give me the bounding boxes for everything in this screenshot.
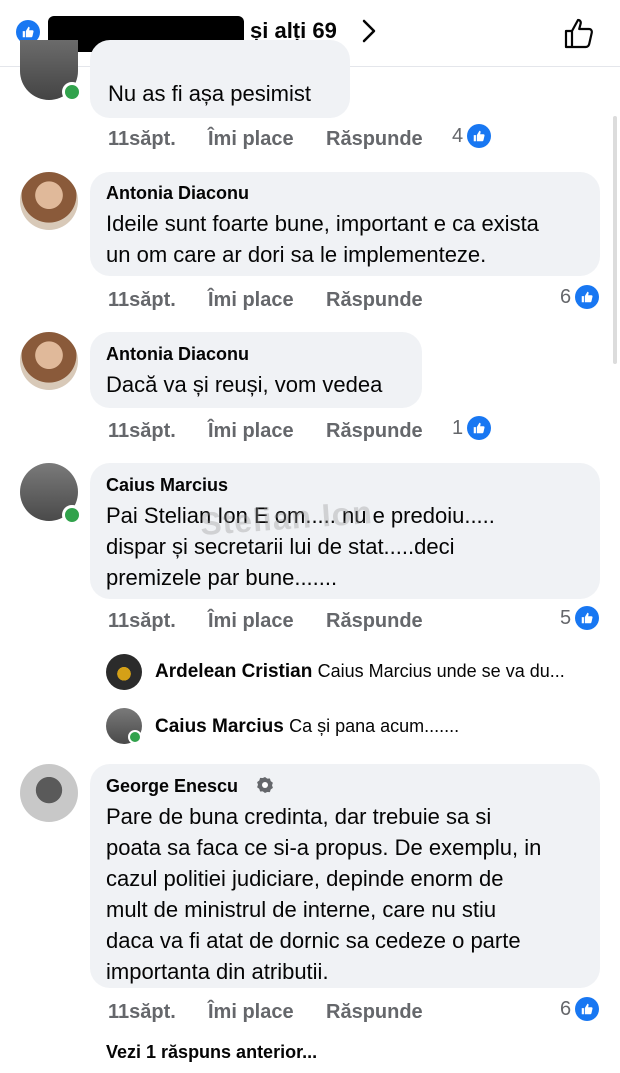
comment-time[interactable]: 11săpt. bbox=[108, 1001, 176, 1024]
avatar[interactable] bbox=[20, 172, 78, 230]
reaction-count[interactable]: 1 bbox=[452, 416, 492, 440]
comment-text: Dacă va și reuși, vom vedea bbox=[106, 372, 383, 397]
like-button[interactable]: Îmi place bbox=[208, 610, 294, 633]
reply-preview[interactable]: Caius Marcius Ca și pana acum....... bbox=[155, 716, 459, 738]
reply-author: Ardelean Cristian bbox=[155, 661, 313, 682]
online-indicator bbox=[62, 505, 82, 525]
reaction-count[interactable]: 6 bbox=[560, 997, 600, 1021]
online-indicator bbox=[62, 82, 82, 102]
like-reaction-icon bbox=[575, 606, 600, 630]
scrollbar[interactable] bbox=[613, 116, 617, 364]
reply-button[interactable]: Răspunde bbox=[326, 420, 423, 443]
like-button[interactable]: Îmi place bbox=[208, 1001, 294, 1024]
like-reaction-icon bbox=[467, 124, 492, 148]
comment-author[interactable]: Antonia Diaconu bbox=[106, 344, 249, 365]
like-button[interactable]: Îmi place bbox=[208, 420, 294, 443]
reaction-count-value: 4 bbox=[452, 124, 464, 147]
like-button[interactable]: Îmi place bbox=[208, 128, 294, 151]
view-previous-replies-link[interactable]: Vezi 1 răspuns anterior... bbox=[106, 1042, 317, 1063]
like-button[interactable]: Îmi place bbox=[208, 289, 294, 312]
reply-button[interactable]: Răspunde bbox=[326, 128, 423, 151]
reaction-count[interactable]: 5 bbox=[560, 606, 600, 630]
comment-text: Ideile sunt foarte bune, important e ca … bbox=[106, 211, 539, 267]
reply-button[interactable]: Răspunde bbox=[326, 289, 423, 312]
avatar[interactable] bbox=[106, 654, 142, 690]
comment-text: Nu as fi așa pesimist bbox=[108, 81, 311, 106]
online-indicator bbox=[128, 730, 142, 744]
like-reaction-icon bbox=[575, 997, 600, 1021]
reaction-count-value: 1 bbox=[452, 416, 464, 439]
like-reaction-icon bbox=[575, 285, 600, 309]
reaction-count-value: 6 bbox=[560, 285, 572, 308]
reaction-count-value: 6 bbox=[560, 997, 572, 1020]
like-outline-icon[interactable] bbox=[560, 14, 598, 52]
chevron-right-icon[interactable] bbox=[358, 16, 380, 46]
avatar[interactable] bbox=[20, 764, 78, 822]
comment-author[interactable]: Caius Marcius bbox=[106, 475, 228, 496]
comment-author[interactable]: Antonia Diaconu bbox=[106, 183, 249, 204]
avatar[interactable] bbox=[20, 332, 78, 390]
comment-time[interactable]: 11săpt. bbox=[108, 289, 176, 312]
reply-button[interactable]: Răspunde bbox=[326, 1001, 423, 1024]
reply-author: Caius Marcius bbox=[155, 716, 284, 737]
comment-time[interactable]: 11săpt. bbox=[108, 420, 176, 443]
reply-button[interactable]: Răspunde bbox=[326, 610, 423, 633]
reply-preview[interactable]: Ardelean Cristian Caius Marcius unde se … bbox=[155, 661, 565, 683]
comment-text: Pare de buna credinta, dar trebuie sa si… bbox=[106, 804, 542, 984]
reply-text: Caius Marcius unde se va du... bbox=[317, 661, 565, 681]
reaction-count-value: 5 bbox=[560, 606, 572, 629]
reaction-count[interactable]: 4 bbox=[452, 124, 492, 148]
like-reaction-icon bbox=[467, 416, 492, 440]
comment-time[interactable]: 11săpt. bbox=[108, 610, 176, 633]
top-fan-badge-icon bbox=[257, 777, 273, 793]
comment-author[interactable]: George Enescu bbox=[106, 776, 238, 797]
comment-time[interactable]: 11săpt. bbox=[108, 128, 176, 151]
reply-text: Ca și pana acum....... bbox=[289, 716, 460, 736]
reaction-count[interactable]: 6 bbox=[560, 285, 600, 309]
